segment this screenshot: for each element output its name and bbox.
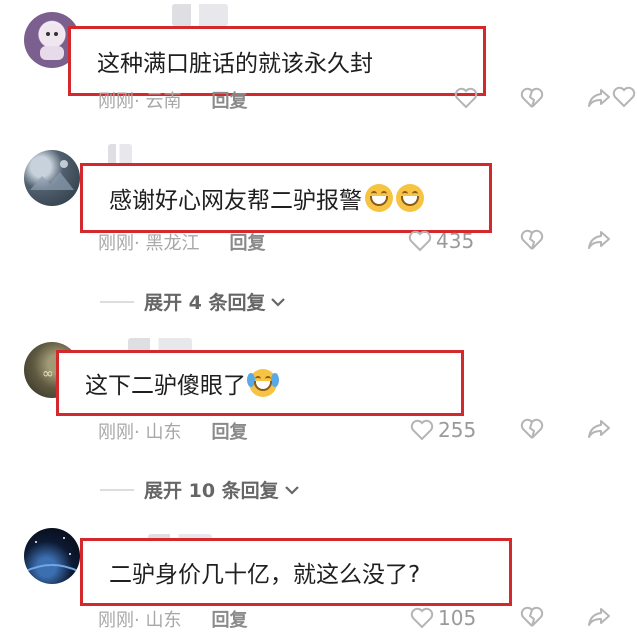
comment-text: 这下二驴傻眼了 bbox=[85, 373, 246, 399]
like-button[interactable]: 105 bbox=[410, 606, 476, 630]
reply-button[interactable]: 回复 bbox=[211, 418, 247, 444]
comment-text-highlight: 感谢好心网友帮二驴报警 bbox=[80, 163, 492, 233]
like-count: 105 bbox=[438, 606, 477, 630]
grin-emoji-icon bbox=[396, 184, 424, 212]
broken-heart-icon[interactable] bbox=[520, 606, 544, 628]
reply-button[interactable]: 回复 bbox=[211, 87, 247, 113]
heart-icon bbox=[612, 86, 636, 108]
broken-heart-icon[interactable] bbox=[520, 87, 544, 109]
heart-icon[interactable] bbox=[454, 87, 478, 109]
nature-avatar-icon bbox=[30, 160, 74, 190]
comment-text: 感谢好心网友帮二驴报警 bbox=[109, 188, 362, 214]
heart-icon bbox=[410, 607, 434, 629]
reply-button[interactable]: 回复 bbox=[229, 229, 265, 255]
like-count: 255 bbox=[438, 418, 477, 442]
grin-emoji-icon bbox=[365, 184, 393, 212]
chevron-down-icon bbox=[271, 297, 286, 307]
comment-time: 刚刚 bbox=[98, 233, 134, 254]
comment-location: · 山东 bbox=[134, 422, 182, 443]
comment-meta: 刚刚 · 黑龙江 回复 bbox=[98, 229, 265, 255]
comment-location: · 山东 bbox=[134, 610, 182, 631]
user-avatar[interactable] bbox=[24, 528, 80, 584]
comment-meta: 刚刚 · 山东 回复 bbox=[98, 606, 247, 632]
share-icon[interactable] bbox=[586, 605, 612, 629]
comment-meta: 刚刚 · 山东 回复 bbox=[98, 418, 247, 444]
comment-text: 二驴身价几十亿，就这么没了? bbox=[109, 562, 421, 588]
earth-avatar-icon bbox=[24, 537, 80, 573]
broken-heart-icon[interactable] bbox=[520, 229, 544, 251]
like-count: 435 bbox=[436, 229, 475, 253]
username[interactable] bbox=[172, 4, 228, 26]
expand-replies-label: 展开 10 条回复 bbox=[144, 480, 279, 502]
comment-time: 刚刚 bbox=[98, 422, 134, 443]
comment-text-highlight: 这下二驴傻眼了 bbox=[56, 350, 464, 416]
comment-time: 刚刚 bbox=[98, 91, 134, 112]
comment-text: 这种满口脏话的就该永久封 bbox=[97, 51, 373, 77]
comment-time: 刚刚 bbox=[98, 610, 134, 631]
divider bbox=[100, 488, 134, 491]
comment-text-highlight: 二驴身价几十亿，就这么没了? bbox=[80, 538, 512, 606]
share-icon[interactable] bbox=[586, 417, 612, 441]
expand-replies-button[interactable]: 展开 4 条回复 bbox=[100, 288, 287, 315]
broken-heart-icon[interactable] bbox=[520, 418, 544, 440]
comment-location: · 云南 bbox=[134, 91, 182, 112]
expand-replies-button[interactable]: 展开 10 条回复 bbox=[100, 476, 301, 503]
like-button[interactable] bbox=[612, 86, 636, 108]
like-button[interactable]: 255 bbox=[410, 418, 476, 442]
share-icon[interactable] bbox=[586, 228, 612, 252]
reply-button[interactable]: 回复 bbox=[211, 606, 247, 632]
user-avatar[interactable] bbox=[24, 150, 80, 206]
expand-replies-label: 展开 4 条回复 bbox=[144, 292, 266, 314]
tears-of-joy-emoji-icon bbox=[247, 369, 279, 397]
heart-icon bbox=[410, 419, 434, 441]
comment-location: · 黑龙江 bbox=[134, 233, 200, 254]
heart-icon bbox=[408, 230, 432, 252]
comment-meta: 刚刚 · 云南 回复 bbox=[98, 87, 247, 113]
chevron-down-icon bbox=[284, 485, 299, 495]
share-icon[interactable] bbox=[586, 86, 612, 110]
svg-text:∞: ∞ bbox=[42, 366, 54, 382]
divider bbox=[100, 300, 134, 303]
like-button[interactable]: 435 bbox=[408, 229, 474, 253]
